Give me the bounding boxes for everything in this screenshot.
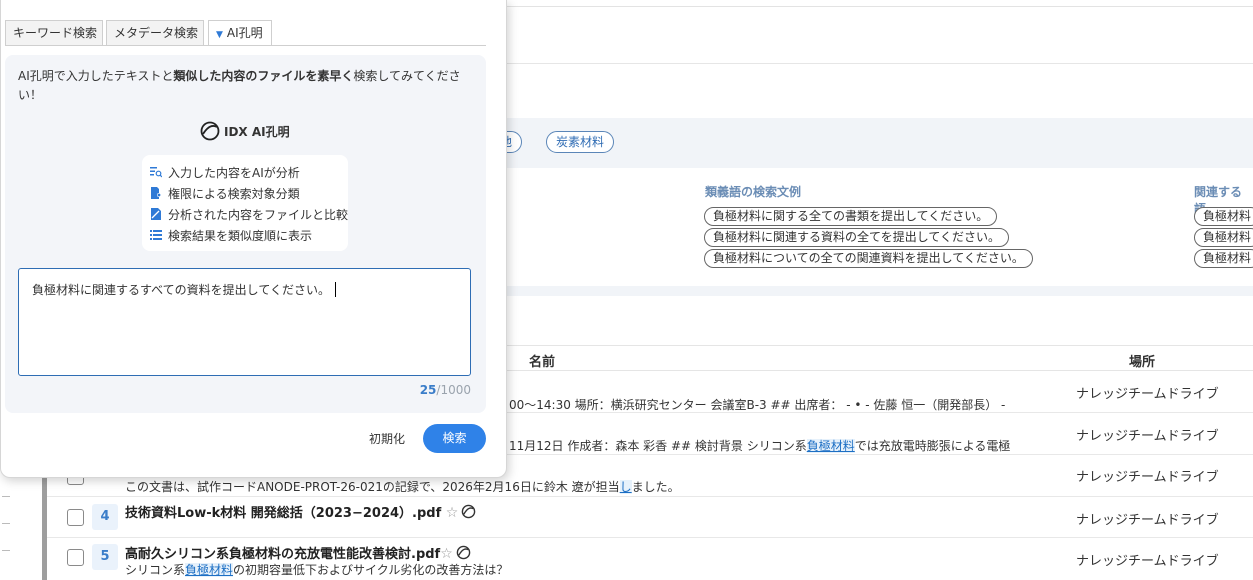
row-checkbox[interactable] xyxy=(67,509,84,526)
ai-search-panel: AI孔明で入力したテキストと類似した内容のファイルを素早く検索してみてください！… xyxy=(5,55,486,413)
logo-text: IDX AI孔明 xyxy=(224,125,290,139)
synonym-example[interactable]: 負極材料に関連する資料の全てを提出してください。 xyxy=(704,228,1010,247)
related-example[interactable]: 負極材料 xyxy=(1194,249,1253,268)
sidebar-tick xyxy=(2,550,10,551)
highlight-match: 負極材料 xyxy=(185,563,234,577)
row-checkbox[interactable] xyxy=(67,549,84,566)
query-textarea[interactable]: 負極材料に関連するすべての資料を提出してください。 xyxy=(18,268,471,376)
highlight-match: 負極材料 xyxy=(806,439,855,453)
row-snippet: この文書は、試作コードANODE-PROT-26-021の記録で、2026年2月… xyxy=(125,480,680,494)
file-compare-icon xyxy=(151,208,161,220)
feature-list: 入力した内容をAIが分析 権限による検索対象分類 分析された内容をファイルと比較… xyxy=(142,155,348,251)
text-search-icon xyxy=(150,167,162,178)
row-snippet: 00〜14:30 場所：横浜研究センター 会議室B-3 ## 出席者： - • … xyxy=(509,398,1006,412)
tab-metadata-search[interactable]: メタデータ検索 xyxy=(106,20,204,46)
highlight-match: し xyxy=(619,480,632,494)
search-button[interactable]: 検索 xyxy=(423,424,486,453)
keyword-chip[interactable]: 炭素材料 xyxy=(546,131,615,153)
related-example[interactable]: 負極材料 xyxy=(1194,228,1253,247)
row-location: ナレッジチームドライブ xyxy=(1076,429,1219,444)
ai-kongming-logo-icon xyxy=(200,121,220,141)
document-person-icon xyxy=(151,187,161,199)
tab-ai-kongming-label: AI孔明 xyxy=(226,26,263,40)
related-example[interactable]: 負極材料 xyxy=(1194,207,1253,226)
sidebar-tick xyxy=(2,523,10,524)
star-icon[interactable]: ☆ xyxy=(440,546,453,562)
table-row[interactable]: 4 技術資料Low-k材料 開発総括（2023−2024）.pdf ☆ ナレッジ… xyxy=(47,497,1253,538)
list-icon xyxy=(150,230,162,240)
ai-kongming-icon xyxy=(462,504,476,519)
tab-ai-kongming[interactable]: ▼ AI孔明 xyxy=(208,20,272,46)
row-number-badge: 4 xyxy=(92,504,118,530)
intro-text: AI孔明で入力したテキストと類似した内容のファイルを素早く検索してみてください！ xyxy=(18,69,461,102)
star-icon[interactable]: ☆ xyxy=(446,505,459,521)
idx-ai-logo: IDX AI孔明 xyxy=(200,121,290,141)
table-row[interactable]: 5 高耐久シリコン系負極材料の充放電性能改善検討.pdf☆ シリコン系負極材料の… xyxy=(47,538,1253,580)
ai-search-popup: キーワード検索 メタデータ検索 ▼ AI孔明 AI孔明で入力したテキストと類似した… xyxy=(0,0,507,478)
feature-item: 分析された内容をファイルと比較 xyxy=(150,206,348,223)
row-number-badge: 5 xyxy=(92,544,118,570)
char-counter: 25/1000 xyxy=(419,383,471,397)
synonym-title: 類義語の検索文例 xyxy=(705,185,802,199)
column-location-header[interactable]: 場所 xyxy=(1129,351,1155,370)
caret-down-icon: ▼ xyxy=(216,30,223,40)
feature-item: 検索結果を類似度順に表示 xyxy=(150,227,312,244)
tab-keyword-search[interactable]: キーワード検索 xyxy=(5,20,103,46)
sidebar-tick xyxy=(2,496,10,497)
query-text: 負極材料に関連するすべての資料を提出してください。 xyxy=(32,281,336,298)
row-location: ナレッジチームドライブ xyxy=(1076,513,1219,528)
ai-kongming-icon xyxy=(456,545,471,560)
feature-item: 入力した内容をAIが分析 xyxy=(150,164,300,181)
row-file-title[interactable]: 技術資料Low-k材料 開発総括（2023−2024）.pdf ☆ xyxy=(125,502,476,521)
row-file-title[interactable]: 高耐久シリコン系負極材料の充放電性能改善検討.pdf☆ xyxy=(125,543,471,562)
row-location: ナレッジチームドライブ xyxy=(1076,470,1219,485)
row-snippet: 11月12日 作成者：森本 彩香 ## 検討背景 シリコン系負極材料では充放電時… xyxy=(509,439,1011,453)
synonym-example[interactable]: 負極材料に関する全ての書類を提出してください。 xyxy=(704,207,998,226)
tabs-divider xyxy=(5,45,486,46)
text-cursor xyxy=(334,282,336,297)
feature-item: 権限による検索対象分類 xyxy=(150,185,300,202)
column-name-header[interactable]: 名前 xyxy=(529,351,555,370)
reset-button[interactable]: 初期化 xyxy=(369,430,405,447)
row-snippet: シリコン系負極材料の初期容量低下およびサイクル劣化の改善方法は？ xyxy=(125,563,509,577)
synonym-example[interactable]: 負極材料についての全ての関連資料を提出してください。 xyxy=(704,249,1033,268)
row-location: ナレッジチームドライブ xyxy=(1076,387,1219,402)
row-location: ナレッジチームドライブ xyxy=(1076,554,1219,569)
